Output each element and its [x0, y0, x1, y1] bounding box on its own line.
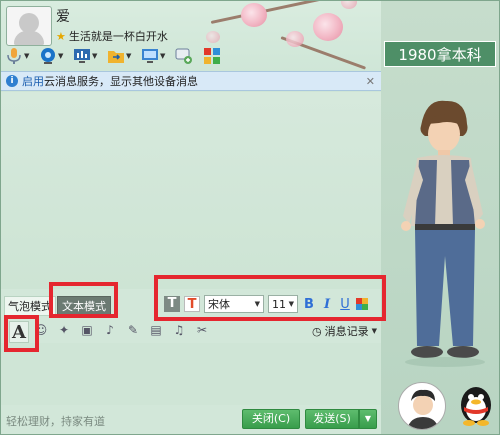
notice-close-icon[interactable]: ✕ [366, 75, 375, 88]
shake-icon[interactable]: ✦ [57, 323, 71, 337]
video-call-button[interactable]: ▼ [39, 45, 69, 67]
bold-button[interactable]: B [302, 297, 316, 312]
contact-name[interactable]: 爱 [56, 6, 70, 26]
edit-icon[interactable]: ✎ [126, 323, 140, 337]
font-button[interactable]: A [9, 321, 29, 343]
folder-icon [108, 51, 124, 63]
chevron-down-icon: ▼ [254, 300, 260, 308]
qq-penguin-icon[interactable] [456, 383, 496, 427]
monitor-icon [142, 49, 158, 63]
enable-link[interactable]: 启用 [22, 73, 44, 89]
info-icon: i [6, 75, 18, 87]
chat-window: 爱 ★ 生活就是一杯白开水 ▼ ▼ ▼ ▼ ▼ i 启用 云消息服务，显示其他设… [0, 0, 500, 435]
user-avatar-icon [407, 389, 439, 429]
bubble-mode-tab[interactable]: 气泡模式 [4, 296, 56, 316]
top-toolbar: ▼ ▼ ▼ ▼ ▼ [5, 45, 227, 67]
underline-button[interactable]: U [338, 297, 352, 312]
input-tool-icons: ☺ ✦ ▣ ♪ ✎ ▤ ♫ ✂ [34, 323, 209, 337]
chevron-down-icon: ▼ [371, 327, 377, 335]
contact-avatar[interactable] [6, 6, 52, 46]
create-discussion-button[interactable] [175, 45, 199, 67]
message-history-button[interactable]: ◷ 消息记录 ▼ [312, 323, 377, 339]
music-icon[interactable]: ♫ [172, 323, 186, 337]
image-icon[interactable]: ▤ [149, 323, 163, 337]
font-format-tools: T T 宋体 ▼ 11 ▼ B I U [164, 295, 368, 313]
file-transfer-button[interactable]: ▼ [107, 45, 137, 67]
message-input[interactable] [1, 343, 381, 405]
contact-signature: 生活就是一杯白开水 [68, 30, 168, 43]
notice-text: 云消息服务，显示其他设备消息 [44, 75, 198, 88]
italic-button[interactable]: I [320, 297, 334, 312]
text-mode-tab[interactable]: 文本模式 [57, 296, 111, 316]
font-family-select[interactable]: 宋体 ▼ [204, 295, 264, 313]
contact-signature-row: ★ 生活就是一杯白开水 [56, 28, 168, 44]
star-icon: ★ [56, 29, 66, 43]
voice-message-icon[interactable]: ♪ [103, 323, 117, 337]
send-button[interactable]: 发送(S) [305, 409, 359, 429]
footer-bar: 轻松理财，持家有道 关闭(C) 发送(S) ▼ [1, 405, 381, 434]
color-picker-icon[interactable] [356, 298, 368, 310]
side-panel: 1980拿本科 [381, 1, 499, 434]
font-size-value: 11 [272, 297, 286, 311]
apps-icon [204, 48, 220, 64]
my-avatar[interactable] [398, 382, 446, 430]
share-screen-icon [74, 49, 90, 63]
message-history-label: 消息记录 [324, 325, 369, 338]
text-style-icon[interactable]: T [164, 296, 180, 312]
format-bar: 气泡模式 文本模式 T T 宋体 ▼ 11 ▼ B I U [1, 289, 381, 319]
mic-icon [7, 48, 21, 64]
ad-text[interactable]: 轻松理财，持家有道 [6, 413, 105, 429]
cloud-message-notice: i 启用 云消息服务，显示其他设备消息 ✕ [1, 71, 381, 91]
screenshot-icon[interactable]: ✂ [195, 323, 209, 337]
share-screen-button[interactable]: ▼ [73, 45, 103, 67]
input-toolbar: A ☺ ✦ ▣ ♪ ✎ ▤ ♫ ✂ ◷ 消息记录 ▼ [1, 319, 381, 343]
message-mode-tabs: 气泡模式 文本模式 [4, 296, 111, 316]
close-button[interactable]: 关闭(C) [242, 409, 300, 429]
brand-banner: 1980拿本科 [384, 41, 496, 67]
clock-icon: ◷ [312, 324, 322, 338]
chevron-down-icon: ▼ [288, 300, 294, 308]
send-options-button[interactable]: ▼ [359, 409, 377, 429]
font-size-select[interactable]: 11 ▼ [268, 295, 298, 313]
remote-desktop-button[interactable]: ▼ [141, 45, 171, 67]
gif-icon[interactable]: ▣ [80, 323, 94, 337]
chat-add-icon [175, 48, 192, 64]
apps-button[interactable] [203, 45, 227, 67]
font-family-value: 宋体 [208, 298, 230, 311]
chat-header: 爱 ★ 生活就是一杯白开水 ▼ ▼ ▼ ▼ ▼ [1, 1, 381, 71]
video-icon [41, 48, 55, 64]
character-figure [401, 100, 485, 367]
voice-call-button[interactable]: ▼ [5, 45, 35, 67]
emoji-icon[interactable]: ☺ [34, 323, 48, 337]
message-area[interactable] [1, 92, 381, 289]
text-color-icon[interactable]: T [184, 296, 200, 312]
